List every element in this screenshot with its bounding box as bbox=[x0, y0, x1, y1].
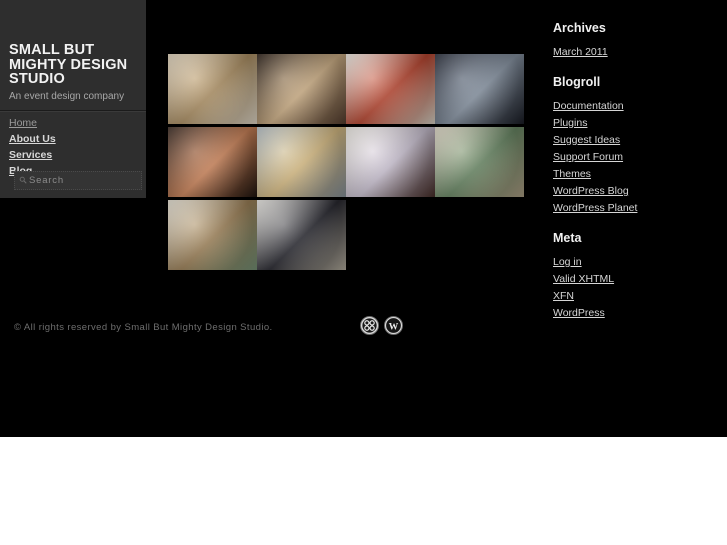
gallery-thumbnail[interactable] bbox=[435, 127, 524, 197]
widget-blogroll: Blogroll Documentation Plugins Suggest Idea… bbox=[553, 76, 723, 215]
search-icon bbox=[19, 176, 27, 184]
site-title: SMALL BUT MIGHTY DESIGN STUDIO bbox=[9, 42, 128, 87]
nav-item: Services bbox=[9, 148, 141, 161]
gallery-thumbnail[interactable] bbox=[257, 200, 346, 270]
page-canvas: SMALL BUT MIGHTY DESIGN STUDIO An event … bbox=[0, 0, 727, 437]
widget-list: March 2011 bbox=[553, 44, 723, 59]
gallery-photo-overlay bbox=[257, 127, 346, 197]
left-sidebar: SMALL BUT MIGHTY DESIGN STUDIO An event … bbox=[0, 0, 146, 198]
list-item: WordPress Blog bbox=[553, 183, 723, 198]
photo-gallery bbox=[168, 54, 525, 273]
wordpress-badge-icon[interactable]: W bbox=[384, 316, 403, 335]
footer-badges: W bbox=[360, 316, 403, 335]
list-item: March 2011 bbox=[553, 44, 723, 59]
widget-link[interactable]: WordPress Planet bbox=[553, 202, 637, 214]
list-item: Documentation bbox=[553, 98, 723, 113]
gallery-thumbnail[interactable] bbox=[168, 127, 257, 197]
right-sidebar: Archives March 2011 Blogroll Documentation P… bbox=[553, 22, 723, 337]
search-input[interactable] bbox=[29, 175, 137, 186]
widget-list: Documentation Plugins Suggest Ideas Support… bbox=[553, 98, 723, 215]
gallery-photo-overlay bbox=[168, 127, 257, 197]
gallery-photo-overlay bbox=[435, 127, 524, 197]
gallery-row bbox=[168, 200, 525, 270]
gallery-photo-overlay bbox=[435, 54, 524, 124]
gallery-thumbnail[interactable] bbox=[257, 54, 346, 124]
widget-link[interactable]: Plugins bbox=[553, 117, 587, 129]
nav-link-home[interactable]: Home bbox=[9, 117, 37, 129]
gallery-photo-overlay bbox=[168, 200, 257, 270]
site-footer: © All rights reserved by Small But Might… bbox=[0, 305, 727, 365]
widget-title: Archives bbox=[553, 21, 606, 35]
gallery-photo-overlay bbox=[257, 54, 346, 124]
widget-link[interactable]: WordPress Blog bbox=[553, 185, 629, 197]
widget-link[interactable]: XFN bbox=[553, 290, 574, 302]
list-item: Log in bbox=[553, 254, 723, 269]
clover-badge-icon[interactable] bbox=[360, 316, 379, 335]
widget-link[interactable]: Log in bbox=[553, 256, 582, 268]
list-item: Themes bbox=[553, 166, 723, 181]
gallery-photo-overlay bbox=[257, 200, 346, 270]
widget-link[interactable]: Themes bbox=[553, 168, 591, 180]
sidebar-divider bbox=[0, 110, 146, 112]
svg-text:W: W bbox=[389, 323, 399, 333]
site-branding: SMALL BUT MIGHTY DESIGN STUDIO An event … bbox=[9, 43, 141, 103]
gallery-row bbox=[168, 54, 525, 124]
site-tagline: An event design company bbox=[9, 90, 125, 102]
nav-item: About Us bbox=[9, 132, 141, 145]
gallery-thumbnail[interactable] bbox=[257, 127, 346, 197]
gallery-thumbnail[interactable] bbox=[168, 200, 257, 270]
gallery-photo-overlay bbox=[346, 127, 435, 197]
gallery-thumbnail[interactable] bbox=[168, 54, 257, 124]
copyright-text: © All rights reserved by Small But Might… bbox=[14, 322, 273, 333]
widget-link[interactable]: Documentation bbox=[553, 100, 624, 112]
gallery-thumbnail[interactable] bbox=[435, 54, 524, 124]
gallery-photo-overlay bbox=[168, 54, 257, 124]
widget-link[interactable]: March 2011 bbox=[553, 46, 608, 58]
widget-title: Meta bbox=[553, 231, 582, 245]
gallery-thumbnail[interactable] bbox=[346, 54, 435, 124]
nav-link-about-us[interactable]: About Us bbox=[9, 133, 56, 145]
list-item: Valid XHTML bbox=[553, 271, 723, 286]
list-item: XFN bbox=[553, 288, 723, 303]
list-item: Support Forum bbox=[553, 149, 723, 164]
gallery-photo-overlay bbox=[346, 54, 435, 124]
list-item: WordPress Planet bbox=[553, 200, 723, 215]
gallery-row bbox=[168, 127, 525, 197]
widget-link[interactable]: Valid XHTML bbox=[553, 273, 614, 285]
nav-link-services[interactable]: Services bbox=[9, 149, 52, 161]
gallery-thumbnail[interactable] bbox=[346, 127, 435, 197]
list-item: Suggest Ideas bbox=[553, 132, 723, 147]
widget-title: Blogroll bbox=[553, 75, 601, 89]
widget-link[interactable]: Support Forum bbox=[553, 151, 623, 163]
nav-item: Home bbox=[9, 116, 141, 129]
widget-archives: Archives March 2011 bbox=[553, 22, 723, 59]
search-box[interactable] bbox=[14, 171, 142, 190]
list-item: Plugins bbox=[553, 115, 723, 130]
widget-link[interactable]: Suggest Ideas bbox=[553, 134, 620, 146]
